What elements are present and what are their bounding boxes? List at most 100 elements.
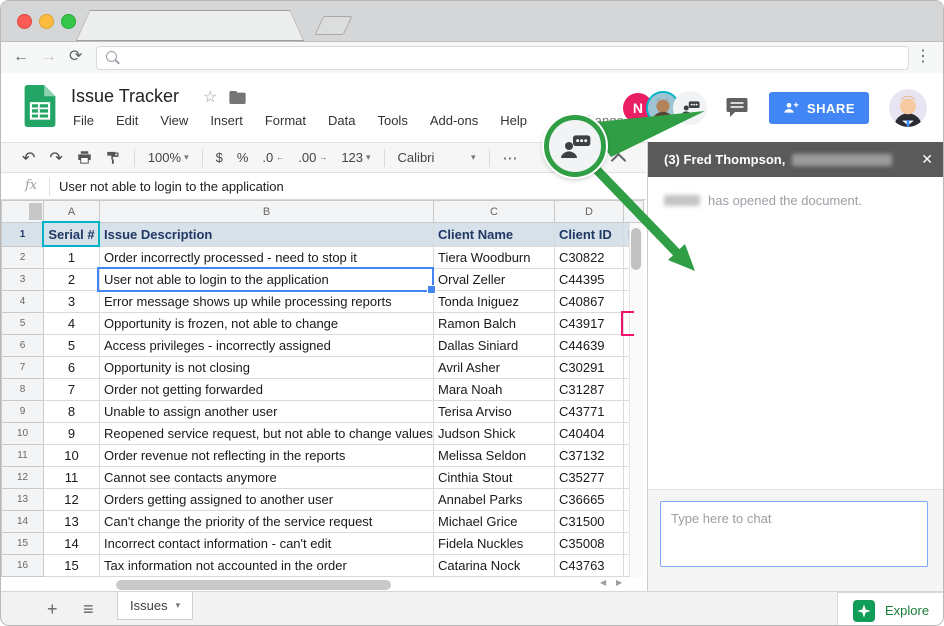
cell[interactable]: C35008 — [555, 533, 624, 555]
sheet-tab-issues[interactable]: Issues ▾ — [117, 592, 193, 620]
close-icon[interactable]: ✕ — [921, 151, 933, 168]
row-header[interactable]: 13 — [2, 489, 44, 511]
select-all-corner[interactable] — [2, 201, 44, 223]
cell[interactable]: Client ID — [555, 223, 624, 247]
column-header-partial[interactable] — [624, 201, 644, 223]
menu-file[interactable]: File — [73, 113, 94, 128]
cell[interactable]: Error message shows up while processing … — [100, 291, 434, 313]
redo-icon[interactable]: ↷ — [49, 148, 62, 168]
cell[interactable]: Tax information not accounted in the ord… — [100, 555, 434, 577]
cell[interactable]: Avril Asher — [434, 357, 555, 379]
cell[interactable]: Reopened service request, but not able t… — [100, 423, 434, 445]
new-tab-button[interactable] — [315, 16, 353, 35]
cell[interactable]: Unable to assign another user — [100, 401, 434, 423]
formula-bar[interactable]: fx User not able to login to the applica… — [1, 174, 646, 200]
cell[interactable]: Orders getting assigned to another user — [100, 489, 434, 511]
cell[interactable]: Issue Description — [100, 223, 434, 247]
move-to-folder-icon[interactable] — [229, 91, 246, 104]
cell[interactable]: 12 — [44, 489, 100, 511]
browser-tab[interactable] — [76, 10, 304, 41]
cell[interactable]: C44395 — [555, 269, 624, 291]
cell[interactable]: Client Name — [434, 223, 555, 247]
show-chat-button[interactable] — [673, 91, 707, 125]
chat-input[interactable] — [660, 501, 928, 567]
vertical-scrollbar[interactable] — [629, 223, 644, 577]
menu-insert[interactable]: Insert — [210, 113, 243, 128]
paint-format-icon[interactable] — [106, 150, 121, 165]
menu-tools[interactable]: Tools — [377, 113, 407, 128]
menu-format[interactable]: Format — [265, 113, 306, 128]
decrease-decimal-button[interactable]: .0← — [262, 150, 284, 165]
cell[interactable]: Cinthia Stout — [434, 467, 555, 489]
menu-view[interactable]: View — [160, 113, 188, 128]
column-header-a[interactable]: A — [44, 201, 100, 223]
row-header[interactable]: 14 — [2, 511, 44, 533]
cell[interactable]: 2 — [44, 269, 100, 291]
formula-value[interactable]: User not able to login to the applicatio… — [59, 179, 284, 194]
cell[interactable]: Access privileges - incorrectly assigned — [100, 335, 434, 357]
cell[interactable]: 5 — [44, 335, 100, 357]
menu-help[interactable]: Help — [500, 113, 527, 128]
cell[interactable]: Tiera Woodburn — [434, 247, 555, 269]
cell[interactable]: C36665 — [555, 489, 624, 511]
cell[interactable]: 1 — [44, 247, 100, 269]
row-header[interactable]: 6 — [2, 335, 44, 357]
row-header[interactable]: 7 — [2, 357, 44, 379]
menu-edit[interactable]: Edit — [116, 113, 138, 128]
column-header-d[interactable]: D — [555, 201, 624, 223]
kebab-menu-icon[interactable]: ⋮ — [915, 46, 931, 68]
row-header[interactable]: 15 — [2, 533, 44, 555]
menu-data[interactable]: Data — [328, 113, 355, 128]
cell[interactable]: Fidela Nuckles — [434, 533, 555, 555]
row-header[interactable]: 10 — [2, 423, 44, 445]
cell[interactable]: Opportunity is not closing — [100, 357, 434, 379]
undo-icon[interactable]: ↶ — [22, 148, 35, 168]
cell[interactable]: Order revenue not reflecting in the repo… — [100, 445, 434, 467]
explore-button[interactable]: Explore — [837, 592, 943, 626]
fill-handle[interactable] — [427, 285, 436, 294]
row-header[interactable]: 5 — [2, 313, 44, 335]
add-sheet-icon[interactable]: + — [47, 599, 58, 620]
back-icon[interactable]: ← — [13, 46, 29, 68]
print-icon[interactable] — [77, 150, 92, 165]
row-header[interactable]: 8 — [2, 379, 44, 401]
cell[interactable]: 3 — [44, 291, 100, 313]
cell[interactable]: C44639 — [555, 335, 624, 357]
cell[interactable]: Ramon Balch — [434, 313, 555, 335]
horizontal-scrollbar-thumb[interactable] — [116, 580, 391, 590]
row-header[interactable]: 3 — [2, 269, 44, 291]
minimize-window-button[interactable] — [39, 14, 54, 29]
cell[interactable]: Annabel Parks — [434, 489, 555, 511]
cell[interactable]: C43763 — [555, 555, 624, 577]
star-icon[interactable]: ☆ — [203, 87, 217, 107]
zoom-select[interactable]: 100%▾ — [148, 150, 189, 165]
column-header-c[interactable]: C — [434, 201, 555, 223]
cell[interactable]: 9 — [44, 423, 100, 445]
cell[interactable]: Judson Shick — [434, 423, 555, 445]
row-header[interactable]: 2 — [2, 247, 44, 269]
cell[interactable]: Incorrect contact information - can't ed… — [100, 533, 434, 555]
account-avatar[interactable] — [889, 89, 927, 127]
cell[interactable]: Opportunity is frozen, not able to chang… — [100, 313, 434, 335]
row-header[interactable]: 12 — [2, 467, 44, 489]
row-header[interactable]: 11 — [2, 445, 44, 467]
cell[interactable]: C40867 — [555, 291, 624, 313]
cell[interactable]: Order incorrectly processed - need to st… — [100, 247, 434, 269]
all-sheets-icon[interactable]: ≡ — [83, 599, 94, 620]
cell[interactable]: 10 — [44, 445, 100, 467]
cell[interactable]: C31500 — [555, 511, 624, 533]
cell[interactable]: Melissa Seldon — [434, 445, 555, 467]
cell[interactable]: Catarina Nock — [434, 555, 555, 577]
cell[interactable]: Terisa Arviso — [434, 401, 555, 423]
cell[interactable]: C43771 — [555, 401, 624, 423]
cell[interactable]: C31287 — [555, 379, 624, 401]
cell[interactable]: Cannot see contacts anymore — [100, 467, 434, 489]
scroll-right-icon[interactable]: ▶ — [616, 578, 622, 587]
format-currency-button[interactable]: $ — [216, 150, 223, 165]
column-header-b[interactable]: B — [100, 201, 434, 223]
cell[interactable]: Can't change the priority of the service… — [100, 511, 434, 533]
font-select[interactable]: Calibri▾ — [398, 150, 476, 165]
scroll-left-icon[interactable]: ◀ — [600, 578, 606, 587]
menu-addons[interactable]: Add-ons — [430, 113, 478, 128]
more-formats-button[interactable]: 123▾ — [341, 150, 370, 165]
